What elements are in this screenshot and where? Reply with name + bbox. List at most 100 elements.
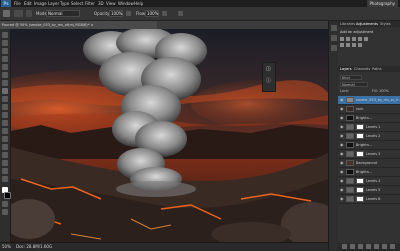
- menu-layer[interactable]: Layer: [48, 0, 59, 7]
- mode-select[interactable]: Normal: [46, 10, 80, 17]
- layer-filter-select[interactable]: Kind: [340, 75, 362, 80]
- tab-libraries[interactable]: Libraries: [340, 21, 355, 27]
- quick-mask-icon[interactable]: [2, 201, 8, 207]
- eraser-tool-icon[interactable]: [2, 112, 8, 118]
- brush-panel-toggle-icon[interactable]: [26, 10, 32, 17]
- screen-mode-icon[interactable]: [2, 209, 8, 215]
- layer-mask[interactable]: [356, 187, 364, 193]
- layer-mask[interactable]: [356, 151, 364, 157]
- pressure-size-icon[interactable]: [178, 11, 183, 16]
- menu-type[interactable]: Type: [60, 0, 69, 7]
- menu-view[interactable]: View: [106, 0, 116, 7]
- visibility-eye-icon[interactable]: ◉: [340, 134, 344, 138]
- layer-row[interactable]: ◉ rock: [338, 105, 400, 114]
- hue-saturation-icon[interactable]: [340, 43, 344, 47]
- trash-icon[interactable]: [390, 244, 395, 249]
- dodge-tool-icon[interactable]: [2, 128, 8, 134]
- tab-adjustments[interactable]: Adjustments: [356, 21, 378, 27]
- menu-edit[interactable]: Edit: [24, 0, 32, 7]
- visibility-eye-icon[interactable]: ◉: [340, 161, 344, 165]
- brightness-icon[interactable]: [340, 37, 344, 41]
- visibility-eye-icon[interactable]: ◉: [340, 143, 344, 147]
- pressure-opacity-icon[interactable]: [126, 11, 131, 16]
- visibility-eye-icon[interactable]: ◉: [340, 98, 344, 102]
- visibility-eye-icon[interactable]: ◉: [340, 152, 344, 156]
- document-tab[interactable]: Poured @ 50% (smoke_053_by_ms_of(m),RGB/…: [0, 21, 157, 29]
- tab-paths[interactable]: Paths: [372, 66, 382, 72]
- visibility-eye-icon[interactable]: ◉: [340, 116, 344, 120]
- quick-select-tool-icon[interactable]: [2, 56, 8, 62]
- layer-row[interactable]: ◉ Brightn…: [338, 141, 400, 150]
- layer-row[interactable]: ◉ Levels 6: [338, 195, 400, 204]
- layer-mask[interactable]: [356, 178, 364, 184]
- fx-icon[interactable]: [350, 244, 355, 249]
- layer-mask[interactable]: [356, 124, 364, 130]
- visibility-eye-icon[interactable]: ◉: [340, 197, 344, 201]
- layer-row[interactable]: ◉ Brightn…: [338, 114, 400, 123]
- background-color-swatch[interactable]: [4, 192, 11, 199]
- color-balance-icon[interactable]: [346, 43, 350, 47]
- layer-row[interactable]: ◉ Levels 3: [338, 150, 400, 159]
- crop-tool-icon[interactable]: [2, 64, 8, 70]
- layer-row[interactable]: ◉ smoke_053_by_ms_or_fr..: [338, 96, 400, 105]
- clone-source-icon[interactable]: [331, 35, 337, 41]
- marquee-tool-icon[interactable]: [2, 40, 8, 46]
- brush-settings-icon[interactable]: [331, 25, 337, 31]
- vibrance-icon[interactable]: [364, 37, 368, 41]
- zoom-tool-icon[interactable]: [2, 176, 8, 182]
- photo-filter-icon[interactable]: [358, 43, 362, 47]
- black-white-icon[interactable]: [352, 43, 356, 47]
- workspace-switcher[interactable]: Photography: [366, 0, 398, 7]
- menu-image[interactable]: Image: [34, 0, 47, 7]
- folder-icon[interactable]: [374, 244, 379, 249]
- history-icon[interactable]: ◫: [266, 67, 272, 72]
- menu-select[interactable]: Select: [71, 0, 83, 7]
- layer-row[interactable]: ◉ Levels 2: [338, 132, 400, 141]
- brush-preset-picker[interactable]: [14, 10, 23, 17]
- layer-row[interactable]: ◉ Levels 1: [338, 123, 400, 132]
- visibility-eye-icon[interactable]: ◉: [340, 179, 344, 183]
- pen-tool-icon[interactable]: [2, 136, 8, 142]
- levels-icon[interactable]: [346, 37, 350, 41]
- tab-channels[interactable]: Channels: [354, 66, 370, 72]
- fill-label[interactable]: Fill: 100%: [372, 88, 389, 94]
- info-icon[interactable]: ⓘ: [266, 78, 272, 84]
- eyedropper-tool-icon[interactable]: [2, 72, 8, 78]
- layer-mask[interactable]: [356, 133, 364, 139]
- path-select-tool-icon[interactable]: [2, 152, 8, 158]
- tab-styles[interactable]: Styles: [380, 21, 391, 27]
- menu-3d[interactable]: 3D: [98, 0, 104, 7]
- brush-tool-icon[interactable]: [3, 10, 10, 17]
- layer-row[interactable]: ◉ Levels 5: [338, 186, 400, 195]
- move-tool-icon[interactable]: [2, 32, 8, 38]
- visibility-eye-icon[interactable]: ◉: [340, 188, 344, 192]
- exposure-icon[interactable]: [358, 37, 362, 41]
- visibility-eye-icon[interactable]: ◉: [340, 170, 344, 174]
- menu-window[interactable]: Window: [118, 0, 134, 7]
- visibility-eye-icon[interactable]: ◉: [340, 125, 344, 129]
- layer-row[interactable]: ◉ Background: [338, 159, 400, 168]
- airbrush-icon[interactable]: [162, 11, 167, 16]
- canvas-image[interactable]: [11, 29, 328, 242]
- tab-layers[interactable]: Layers: [340, 66, 352, 72]
- type-tool-icon[interactable]: [2, 144, 8, 150]
- history-brush-tool-icon[interactable]: [2, 104, 8, 110]
- hand-tool-icon[interactable]: [2, 168, 8, 174]
- brush-tool-button-icon[interactable]: [2, 88, 8, 94]
- clone-stamp-tool-icon[interactable]: [2, 96, 8, 102]
- character-icon[interactable]: [331, 45, 337, 51]
- new-layer-icon[interactable]: [382, 244, 387, 249]
- menu-file[interactable]: File: [14, 0, 21, 7]
- adjustment-layer-icon[interactable]: [366, 244, 371, 249]
- menu-help[interactable]: Help: [134, 0, 143, 7]
- curves-icon[interactable]: [352, 37, 356, 41]
- mask-icon[interactable]: [358, 244, 363, 249]
- photoshop-logo-icon[interactable]: Ps: [1, 0, 11, 7]
- layer-row[interactable]: ◉ Brightn…: [338, 168, 400, 177]
- shape-tool-icon[interactable]: [2, 160, 8, 166]
- flow-input[interactable]: 100%: [145, 10, 159, 17]
- layer-row[interactable]: ◉ Levels 4: [338, 177, 400, 186]
- healing-tool-icon[interactable]: [2, 80, 8, 86]
- visibility-eye-icon[interactable]: ◉: [340, 107, 344, 111]
- layer-mask[interactable]: [356, 196, 364, 202]
